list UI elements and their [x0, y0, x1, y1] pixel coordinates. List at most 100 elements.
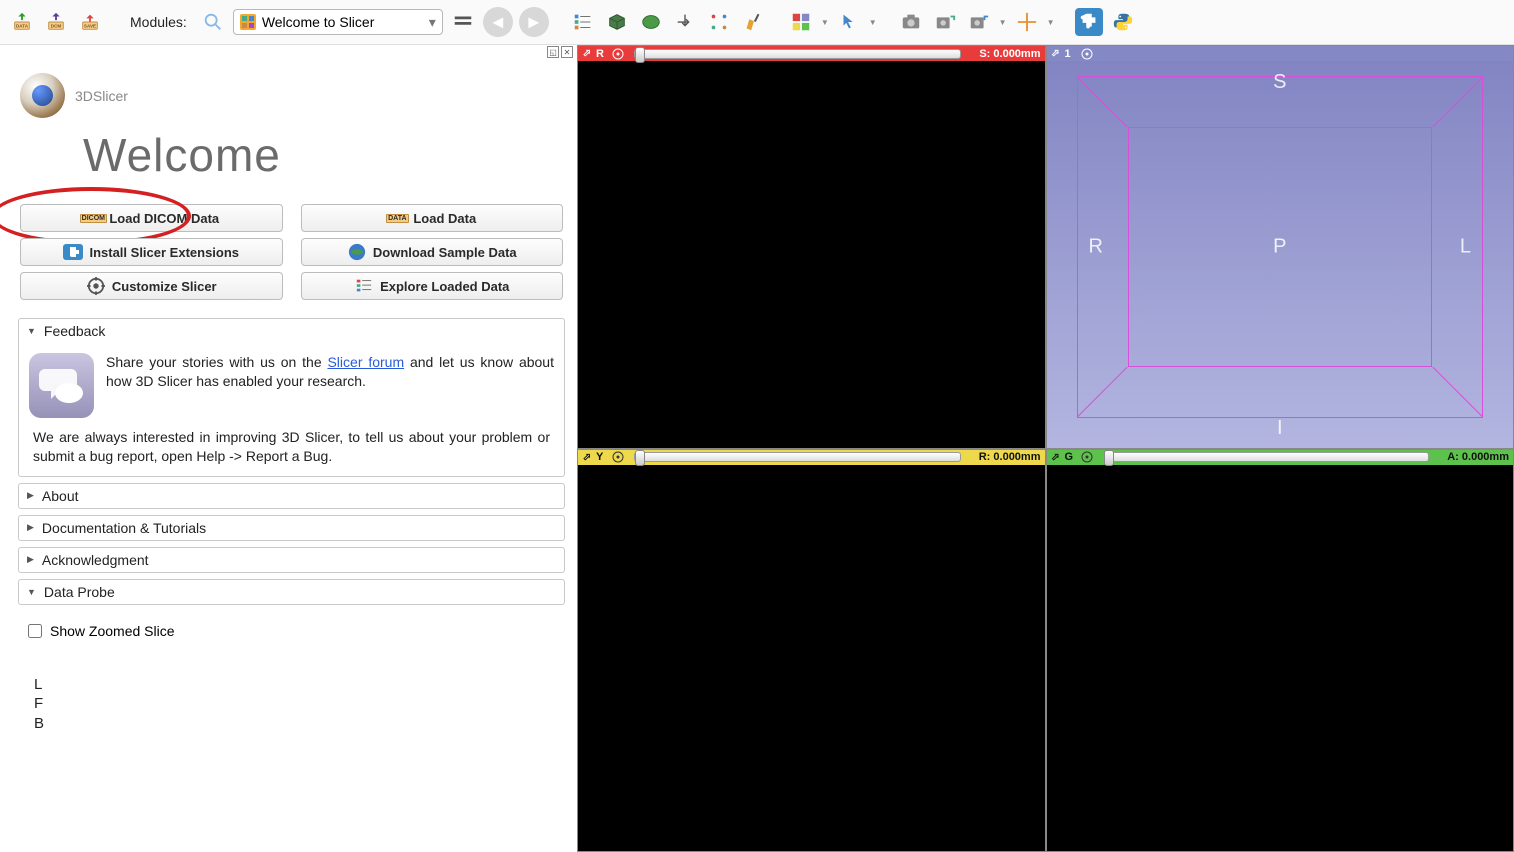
extensions-manager-icon[interactable] [1075, 8, 1103, 36]
dataprobe-f: F [34, 694, 565, 714]
customize-button[interactable]: Customize Slicer [20, 272, 283, 300]
pin-icon[interactable]: ⬀ [582, 452, 592, 462]
about-header[interactable]: ▶ About [19, 484, 564, 508]
modules-label: Modules: [130, 14, 187, 30]
pin-icon[interactable]: ⬀ [1051, 49, 1061, 59]
yellow-offset-value: R: 0.000mm [971, 451, 1041, 463]
scene-tree-icon[interactable] [569, 8, 597, 36]
crosshair-icon[interactable] [1013, 8, 1041, 36]
green-label: G [1065, 451, 1077, 463]
yellow-offset-slider[interactable] [634, 452, 961, 462]
markups-icon[interactable] [705, 8, 733, 36]
view-options-icon[interactable] [612, 451, 624, 463]
panel-close-icon[interactable]: ✕ [561, 46, 573, 58]
ack-header[interactable]: ▶ Acknowledgment [19, 548, 564, 572]
dicom-folder-icon: DICOM [80, 214, 107, 223]
view-options-icon[interactable] [1081, 48, 1093, 60]
logo-row: 3DSlicer [0, 59, 577, 124]
mouse-mode-dropdown-icon[interactable]: ▼ [869, 18, 877, 27]
customize-label: Customize Slicer [112, 279, 217, 294]
about-section: ▶ About [18, 483, 565, 509]
red-slice-bar: ⬀ R S: 0.000mm [578, 46, 1045, 61]
save-toolbar-icon[interactable]: SAVE [76, 8, 104, 36]
segment-editor-icon[interactable] [739, 8, 767, 36]
transforms-icon[interactable] [671, 8, 699, 36]
red-offset-value: S: 0.000mm [971, 48, 1041, 60]
scene-view-dropdown-icon[interactable]: ▼ [999, 18, 1007, 27]
pin-icon[interactable]: ⬀ [1051, 452, 1061, 462]
yellow-label: Y [596, 451, 608, 463]
layout-dropdown-icon[interactable]: ▼ [821, 18, 829, 27]
layout-selector-icon[interactable] [787, 8, 815, 36]
threed-view[interactable]: ⬀ 1 S R P L I [1046, 45, 1514, 449]
feedback-header[interactable]: ▼ Feedback [19, 319, 564, 343]
welcome-buttons-grid: DICOM Load DICOM Data DATA Load Data Ins… [18, 204, 565, 300]
axis-r: R [1089, 235, 1103, 258]
explore-data-button[interactable]: Explore Loaded Data [301, 272, 564, 300]
show-zoomed-checkbox[interactable] [28, 624, 42, 638]
install-extensions-button[interactable]: Install Slicer Extensions [20, 238, 283, 266]
module-history-back-button[interactable]: ◄ [483, 7, 513, 37]
red-slice-view[interactable]: ⬀ R S: 0.000mm [577, 45, 1046, 449]
mouse-mode-icon[interactable] [835, 8, 863, 36]
slicer-logo-icon [20, 73, 65, 118]
feedback-section: ▼ Feedback Share your stories with us on… [18, 318, 565, 477]
dataprobe-l: L [34, 675, 565, 695]
models-icon[interactable] [637, 8, 665, 36]
load-data-label: Load Data [413, 211, 476, 226]
feedback-text: Share your stories with us on the Slicer… [106, 353, 554, 391]
chat-bubble-icon [29, 353, 94, 418]
green-offset-slider[interactable] [1103, 452, 1430, 462]
module-search-icon[interactable] [199, 8, 227, 36]
yellow-slice-view[interactable]: ⬀ Y R: 0.000mm [577, 449, 1046, 852]
feedback-paragraph: We are always interested in improving 3D… [29, 428, 554, 466]
module-selector[interactable]: Welcome to Slicer ▾ [233, 9, 443, 35]
collapse-down-icon: ▼ [27, 326, 36, 336]
load-dicom-label: Load DICOM Data [109, 211, 219, 226]
module-history-forward-button[interactable]: ► [519, 7, 549, 37]
green-offset-value: A: 0.000mm [1439, 451, 1509, 463]
red-label: R [596, 48, 608, 60]
collapse-right-icon: ▶ [27, 554, 34, 565]
green-slice-bar: ⬀ G A: 0.000mm [1047, 450, 1514, 465]
explore-label: Explore Loaded Data [380, 279, 509, 294]
svg-text:DATA: DATA [16, 24, 29, 29]
crosshair-dropdown-icon[interactable]: ▼ [1047, 18, 1055, 27]
module-scroll-area[interactable]: Welcome DICOM Load DICOM Data DATA Load … [0, 124, 577, 852]
load-dicom-toolbar-icon[interactable]: DCM [42, 8, 70, 36]
show-zoomed-checkbox-row[interactable]: Show Zoomed Slice [18, 611, 565, 653]
ack-title: Acknowledgment [42, 552, 149, 568]
load-data-button[interactable]: DATA Load Data [301, 204, 564, 232]
slicer-forum-link[interactable]: Slicer forum [327, 354, 404, 370]
dataprobe-header[interactable]: ▼ Data Probe [19, 580, 564, 604]
green-slice-view[interactable]: ⬀ G A: 0.000mm [1046, 449, 1514, 852]
volume-rendering-icon[interactable] [603, 8, 631, 36]
feedback-line-a: Share your stories with us on the [106, 354, 327, 370]
load-dicom-button[interactable]: DICOM Load DICOM Data [20, 204, 283, 232]
dataprobe-layers: L F B [18, 653, 565, 734]
threed-label: 1 [1065, 48, 1077, 60]
python-console-icon[interactable] [1109, 8, 1137, 36]
red-offset-slider[interactable] [634, 49, 961, 59]
view-options-icon[interactable] [612, 48, 624, 60]
axis-i: I [1277, 417, 1283, 440]
scene-view-save-icon[interactable] [931, 8, 959, 36]
viewport-grid: ⬀ R S: 0.000mm ⬀ 1 S R P [577, 45, 1514, 852]
panel-float-icon[interactable]: ◱ [547, 46, 559, 58]
svg-text:DCM: DCM [51, 24, 62, 29]
module-panel-toggle-icon[interactable] [449, 8, 477, 36]
docs-section: ▶ Documentation & Tutorials [18, 515, 565, 541]
download-sample-label: Download Sample Data [373, 245, 517, 260]
view-options-icon[interactable] [1081, 451, 1093, 463]
pin-icon[interactable]: ⬀ [582, 49, 592, 59]
docs-header[interactable]: ▶ Documentation & Tutorials [19, 516, 564, 540]
scene-view-restore-icon[interactable] [965, 8, 993, 36]
download-sample-button[interactable]: Download Sample Data [301, 238, 564, 266]
load-data-toolbar-icon[interactable]: DATA [8, 8, 36, 36]
svg-text:SAVE: SAVE [84, 24, 96, 29]
screenshot-icon[interactable] [897, 8, 925, 36]
dataprobe-b: B [34, 714, 565, 734]
install-ext-label: Install Slicer Extensions [89, 245, 239, 260]
data-folder-icon: DATA [386, 214, 408, 223]
about-title: About [42, 488, 79, 504]
